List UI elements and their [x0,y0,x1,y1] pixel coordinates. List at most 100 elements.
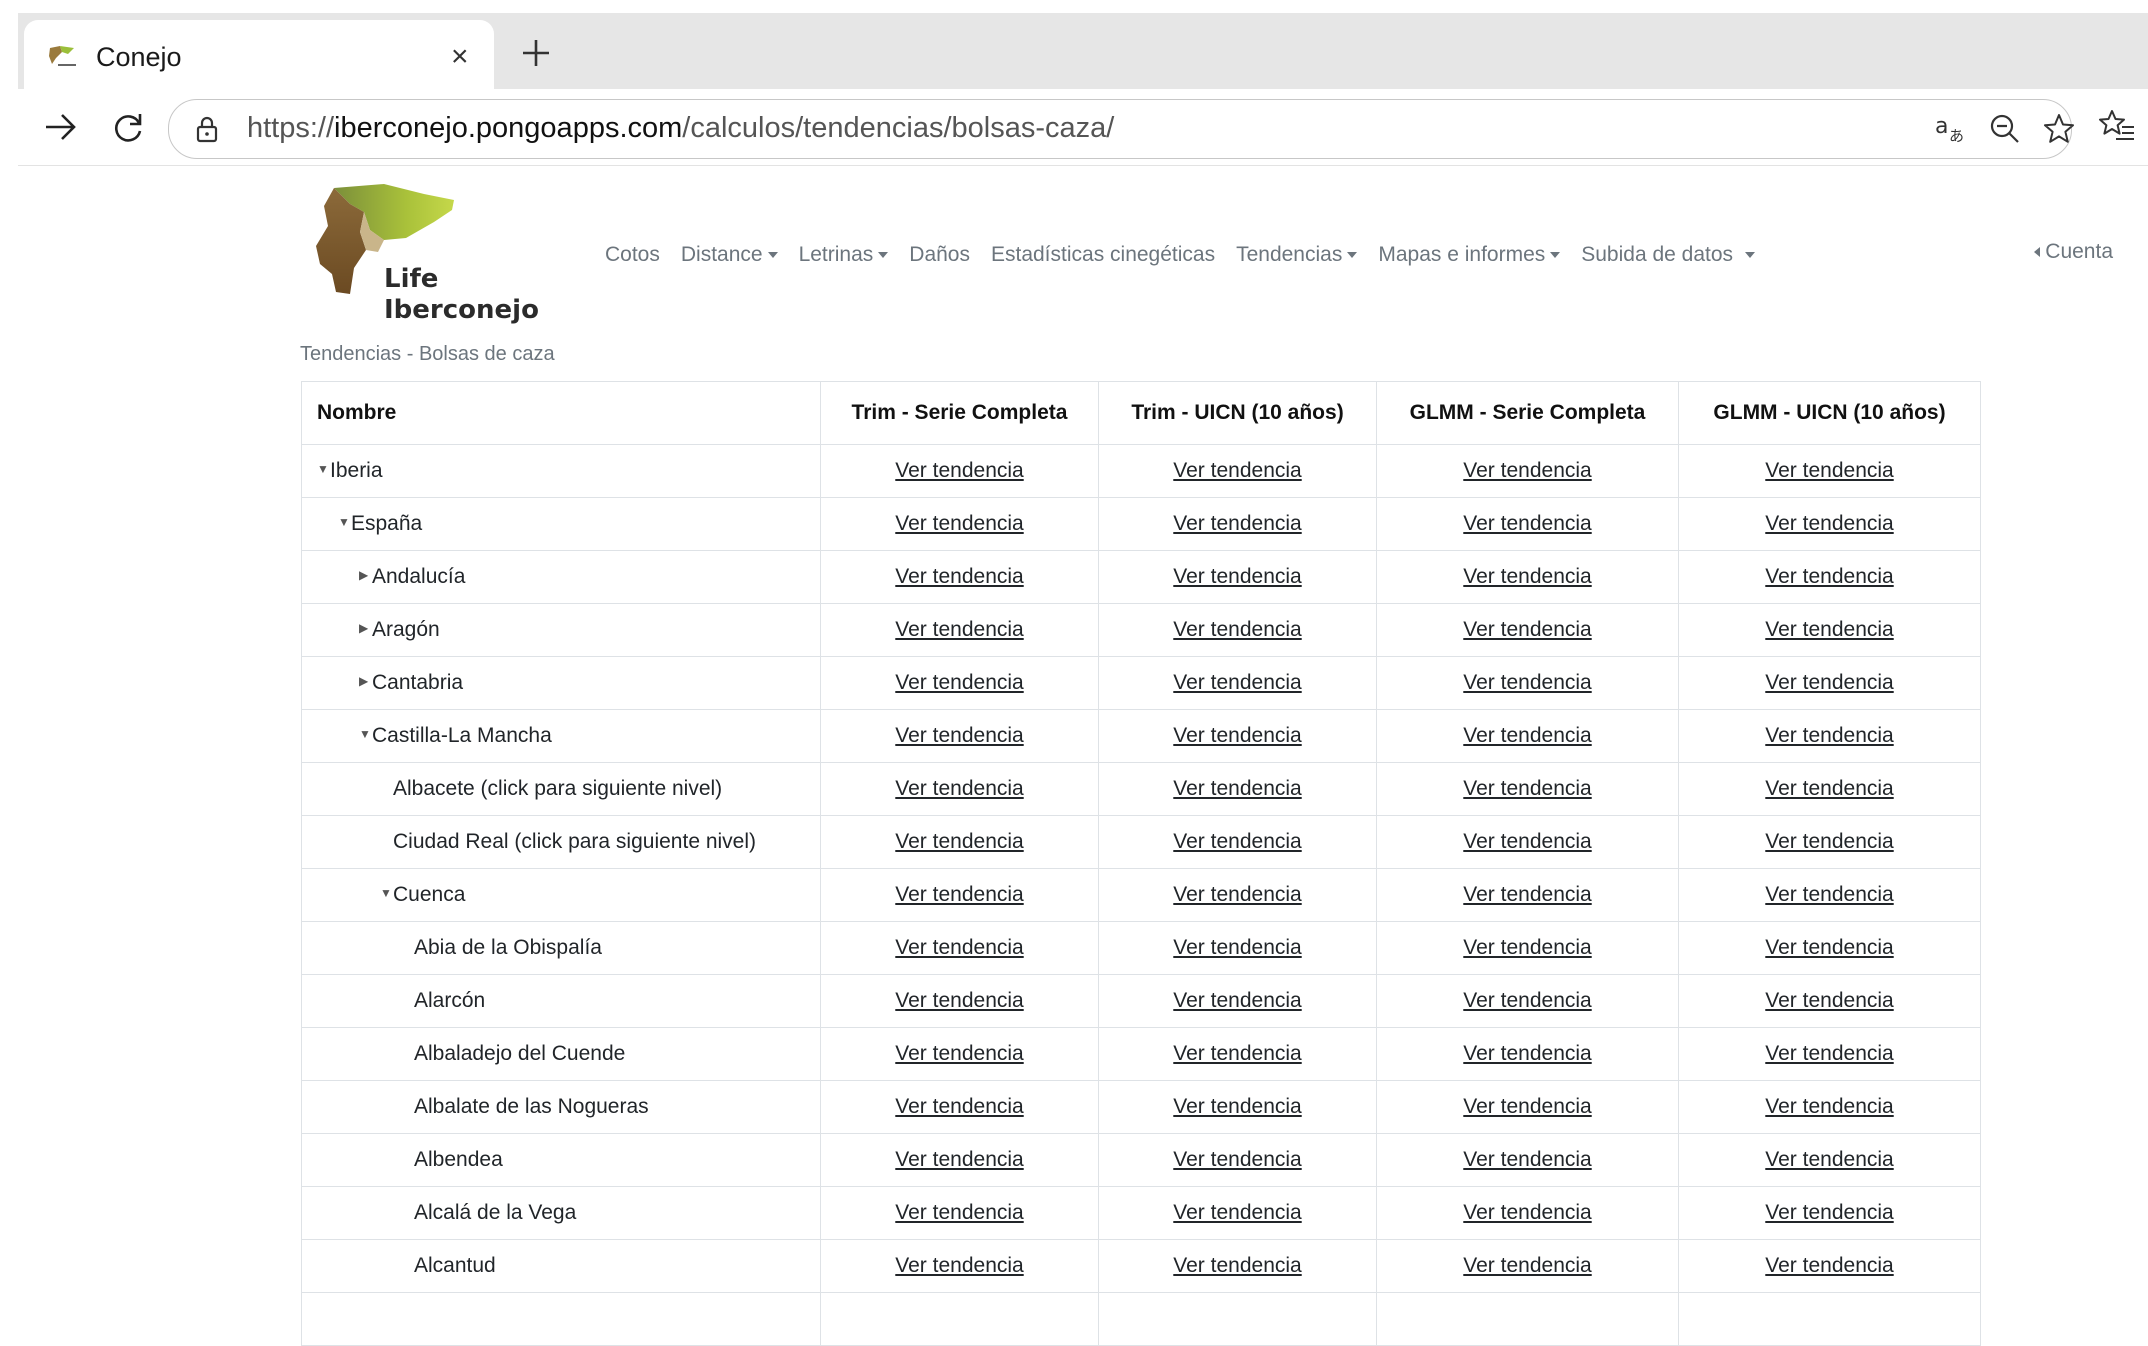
reload-icon[interactable] [102,101,154,153]
ver-tendencia-link[interactable]: Ver tendencia [1765,565,1893,588]
ver-tendencia-link[interactable]: Ver tendencia [1173,1254,1301,1277]
ver-tendencia-link[interactable]: Ver tendencia [1173,724,1301,747]
tab-close-icon[interactable]: × [451,42,469,72]
ver-tendencia-link[interactable]: Ver tendencia [895,565,1023,588]
ver-tendencia-link[interactable]: Ver tendencia [895,1095,1023,1118]
row-name-cell[interactable]: Alcantud [301,1239,821,1293]
ver-tendencia-link[interactable]: Ver tendencia [1463,1148,1591,1171]
ver-tendencia-link[interactable]: Ver tendencia [1765,830,1893,853]
row-name-cell[interactable]: ▼Castilla-La Mancha [301,709,821,763]
ver-tendencia-link[interactable]: Ver tendencia [1765,618,1893,641]
row-name-cell[interactable]: Alarcón [301,974,821,1028]
row-name-cell[interactable]: ▼Iberia [301,444,821,498]
ver-tendencia-link[interactable]: Ver tendencia [895,512,1023,535]
ver-tendencia-link[interactable]: Ver tendencia [1765,671,1893,694]
ver-tendencia-link[interactable]: Ver tendencia [895,671,1023,694]
expand-triangle-icon[interactable]: ▶ [359,674,372,688]
collapse-triangle-icon[interactable]: ▼ [359,727,372,741]
expand-triangle-icon[interactable]: ▶ [359,621,372,635]
row-name-cell[interactable]: ▶ Cantabria [301,656,821,710]
ver-tendencia-link[interactable]: Ver tendencia [1463,1042,1591,1065]
ver-tendencia-link[interactable]: Ver tendencia [1463,1095,1591,1118]
ver-tendencia-link[interactable]: Ver tendencia [1463,618,1591,641]
collapse-triangle-icon[interactable]: ▼ [317,462,330,476]
ver-tendencia-link[interactable]: Ver tendencia [1765,1042,1893,1065]
ver-tendencia-link[interactable]: Ver tendencia [895,883,1023,906]
lock-icon[interactable] [191,113,223,145]
nav-item-cotos[interactable]: Cotos [605,243,660,267]
url-text[interactable]: https://iberconejo.pongoapps.com/calculo… [247,112,1114,145]
ver-tendencia-link[interactable]: Ver tendencia [1463,989,1591,1012]
nav-item-mapas-e-informes[interactable]: Mapas e informes [1378,243,1561,267]
row-name-cell[interactable]: Albaladejo del Cuende [301,1027,821,1081]
ver-tendencia-link[interactable]: Ver tendencia [895,936,1023,959]
row-name-cell[interactable] [301,1292,821,1346]
ver-tendencia-link[interactable]: Ver tendencia [1173,989,1301,1012]
favorite-star-icon[interactable] [2041,111,2077,147]
ver-tendencia-link[interactable]: Ver tendencia [1173,830,1301,853]
ver-tendencia-link[interactable]: Ver tendencia [895,1201,1023,1224]
translate-icon[interactable]: a あ [1933,111,1969,147]
ver-tendencia-link[interactable]: Ver tendencia [1463,459,1591,482]
ver-tendencia-link[interactable]: Ver tendencia [1463,1254,1591,1277]
ver-tendencia-link[interactable]: Ver tendencia [1765,1148,1893,1171]
collapse-triangle-icon[interactable]: ▼ [338,515,351,529]
ver-tendencia-link[interactable]: Ver tendencia [895,459,1023,482]
row-name-cell[interactable]: ▶ Andalucía [301,550,821,604]
row-name-cell[interactable]: ▼España [301,497,821,551]
ver-tendencia-link[interactable]: Ver tendencia [895,724,1023,747]
ver-tendencia-link[interactable]: Ver tendencia [1173,671,1301,694]
ver-tendencia-link[interactable]: Ver tendencia [1173,777,1301,800]
ver-tendencia-link[interactable]: Ver tendencia [1765,512,1893,535]
ver-tendencia-link[interactable]: Ver tendencia [1173,459,1301,482]
ver-tendencia-link[interactable]: Ver tendencia [1173,512,1301,535]
row-name-cell[interactable]: Albacete (click para siguiente nivel) [301,762,821,816]
ver-tendencia-link[interactable]: Ver tendencia [1463,671,1591,694]
ver-tendencia-link[interactable]: Ver tendencia [1463,512,1591,535]
nav-item-letrinas[interactable]: Letrinas [799,243,889,267]
collapse-triangle-icon[interactable]: ▼ [380,886,393,900]
new-tab-icon[interactable] [510,27,562,79]
row-name-cell[interactable]: ▶ Aragón [301,603,821,657]
logo-text[interactable]: Life Iberconejo [384,264,539,326]
row-name-cell[interactable]: Ciudad Real (click para siguiente nivel) [301,815,821,869]
ver-tendencia-link[interactable]: Ver tendencia [1173,1042,1301,1065]
ver-tendencia-link[interactable]: Ver tendencia [1463,565,1591,588]
ver-tendencia-link[interactable]: Ver tendencia [1765,1095,1893,1118]
ver-tendencia-link[interactable]: Ver tendencia [1173,1201,1301,1224]
row-name-cell[interactable]: Albendea [301,1133,821,1187]
expand-triangle-icon[interactable]: ▶ [359,568,372,582]
nav-item-subida-de-datos[interactable]: Subida de datos [1581,243,1756,267]
ver-tendencia-link[interactable]: Ver tendencia [1765,883,1893,906]
ver-tendencia-link[interactable]: Ver tendencia [895,989,1023,1012]
forward-arrow-icon[interactable] [34,101,86,153]
ver-tendencia-link[interactable]: Ver tendencia [1765,724,1893,747]
ver-tendencia-link[interactable]: Ver tendencia [1173,936,1301,959]
nav-item-danos[interactable]: Daños [909,243,970,267]
address-bar[interactable]: https://iberconejo.pongoapps.com/calculo… [168,99,2074,159]
account-menu[interactable]: Cuenta [2034,240,2113,264]
ver-tendencia-link[interactable]: Ver tendencia [895,777,1023,800]
ver-tendencia-link[interactable]: Ver tendencia [1765,459,1893,482]
ver-tendencia-link[interactable]: Ver tendencia [895,1148,1023,1171]
ver-tendencia-link[interactable]: Ver tendencia [1463,936,1591,959]
ver-tendencia-link[interactable]: Ver tendencia [895,830,1023,853]
ver-tendencia-link[interactable]: Ver tendencia [1765,936,1893,959]
ver-tendencia-link[interactable]: Ver tendencia [1173,1148,1301,1171]
ver-tendencia-link[interactable]: Ver tendencia [895,1254,1023,1277]
ver-tendencia-link[interactable]: Ver tendencia [1173,883,1301,906]
ver-tendencia-link[interactable]: Ver tendencia [1173,565,1301,588]
ver-tendencia-link[interactable]: Ver tendencia [1463,724,1591,747]
ver-tendencia-link[interactable]: Ver tendencia [1173,1095,1301,1118]
ver-tendencia-link[interactable]: Ver tendencia [1765,777,1893,800]
ver-tendencia-link[interactable]: Ver tendencia [1765,1254,1893,1277]
ver-tendencia-link[interactable]: Ver tendencia [1463,830,1591,853]
ver-tendencia-link[interactable]: Ver tendencia [895,618,1023,641]
row-name-cell[interactable]: Alcalá de la Vega [301,1186,821,1240]
nav-item-tendencias[interactable]: Tendencias [1236,243,1358,267]
favorites-list-icon[interactable] [2098,107,2136,145]
ver-tendencia-link[interactable]: Ver tendencia [1765,1201,1893,1224]
ver-tendencia-link[interactable]: Ver tendencia [1765,989,1893,1012]
ver-tendencia-link[interactable]: Ver tendencia [1463,883,1591,906]
row-name-cell[interactable]: Abia de la Obispalía [301,921,821,975]
